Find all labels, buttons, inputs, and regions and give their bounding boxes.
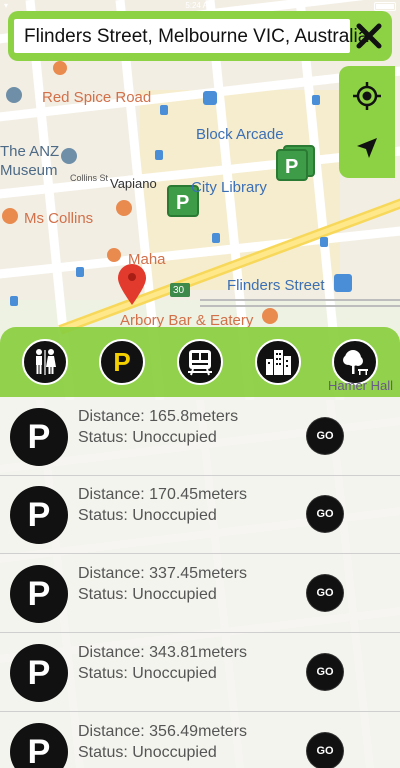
result-text: Distance: 343.81meters Status: Unoccupie… (78, 642, 247, 684)
go-label: GO (316, 666, 334, 678)
status-bar: ▾ 5:24 AM (0, 0, 400, 12)
map-label-collins-st: Collins St (70, 173, 109, 183)
map-label-block-arcade: Block Arcade (196, 126, 284, 143)
status-text: Status: Unoccupied (78, 507, 217, 524)
result-text: Distance: 165.8meters Status: Unoccupied (78, 406, 238, 448)
toilet-icon (36, 349, 56, 375)
map-label-maha: Maha (128, 251, 166, 268)
map-label-red-spice-road: Red Spice Road (42, 89, 152, 106)
distance-text: Distance: 170.45meters (78, 486, 247, 503)
route-30-badge: 30 (173, 285, 185, 296)
status-time: 5:24 AM (185, 1, 215, 10)
svg-text:P: P (176, 192, 189, 214)
map-label-vapiano: Vapiano (110, 176, 157, 191)
map-label-ms-collins: Ms Collins (24, 210, 94, 227)
list-item[interactable]: P Distance: 165.8meters Status: Unoccupi… (0, 397, 400, 476)
parking-results-list[interactable]: P Distance: 165.8meters Status: Unoccupi… (0, 397, 400, 768)
parking-icon: P (10, 644, 68, 702)
navigation-arrow-icon (357, 138, 377, 158)
clear-search-button[interactable] (350, 17, 388, 55)
go-label: GO (316, 745, 334, 757)
list-item[interactable]: P Distance: 170.45meters Status: Unoccup… (0, 475, 400, 554)
map-label-museum: Museum (0, 162, 58, 179)
map-controls (339, 66, 395, 178)
category-parking[interactable]: P (99, 339, 145, 385)
distance-text: Distance: 337.45meters (78, 565, 247, 582)
status-text: Status: Unoccupied (78, 744, 217, 761)
result-text: Distance: 337.45meters Status: Unoccupie… (78, 563, 247, 605)
parking-icon: P (10, 565, 68, 623)
status-text: Status: Unoccupied (78, 665, 217, 682)
result-text: Distance: 356.49meters Status: Unoccupie… (78, 721, 247, 763)
map-label-the-anz: The ANZ (0, 143, 60, 160)
go-label: GO (316, 587, 334, 599)
navigate-button[interactable] (349, 130, 385, 166)
status-text: Status: Unoccupied (78, 429, 217, 446)
distance-text: Distance: 343.81meters (78, 644, 247, 661)
go-button[interactable]: GO (307, 733, 343, 768)
parking-icon: P (10, 723, 68, 768)
search-bar: Flinders Street, Melbourne VIC, Australi… (8, 11, 392, 61)
map-label-city-library: City Library (191, 179, 267, 196)
search-input-value: Flinders Street, Melbourne VIC, Australi… (24, 26, 369, 47)
park-icon (343, 350, 368, 375)
distance-text: Distance: 165.8meters (78, 408, 239, 425)
svg-text:P: P (285, 156, 298, 178)
crosshair-icon (353, 82, 381, 110)
category-train[interactable] (177, 339, 223, 385)
close-icon (356, 23, 382, 49)
go-button[interactable]: GO (307, 575, 343, 611)
list-item[interactable]: P Distance: 356.49meters Status: Unoccup… (0, 712, 400, 768)
battery-icon (374, 2, 396, 11)
status-text: Status: Unoccupied (78, 586, 217, 603)
go-button[interactable]: GO (307, 654, 343, 690)
list-item[interactable]: P Distance: 343.81meters Status: Unoccup… (0, 633, 400, 712)
category-buildings[interactable] (255, 339, 301, 385)
parking-icon: P (113, 346, 131, 377)
category-toilets[interactable] (22, 339, 68, 385)
parking-icon: P (10, 486, 68, 544)
distance-text: Distance: 356.49meters (78, 723, 247, 740)
buildings-icon (266, 350, 291, 375)
go-label: GO (316, 430, 334, 442)
go-button[interactable]: GO (307, 496, 343, 532)
search-input[interactable]: Flinders Street, Melbourne VIC, Australi… (14, 19, 368, 53)
train-icon (188, 350, 212, 376)
result-text: Distance: 170.45meters Status: Unoccupie… (78, 484, 247, 526)
map-label-hamer-hall: Hamer Hall (328, 378, 394, 393)
list-item[interactable]: P Distance: 337.45meters Status: Unoccup… (0, 554, 400, 633)
map-label-flinders-street: Flinders Street (227, 277, 325, 294)
go-label: GO (316, 508, 334, 520)
go-button[interactable]: GO (307, 418, 343, 454)
parking-icon: P (10, 408, 68, 466)
my-location-button[interactable] (349, 78, 385, 114)
